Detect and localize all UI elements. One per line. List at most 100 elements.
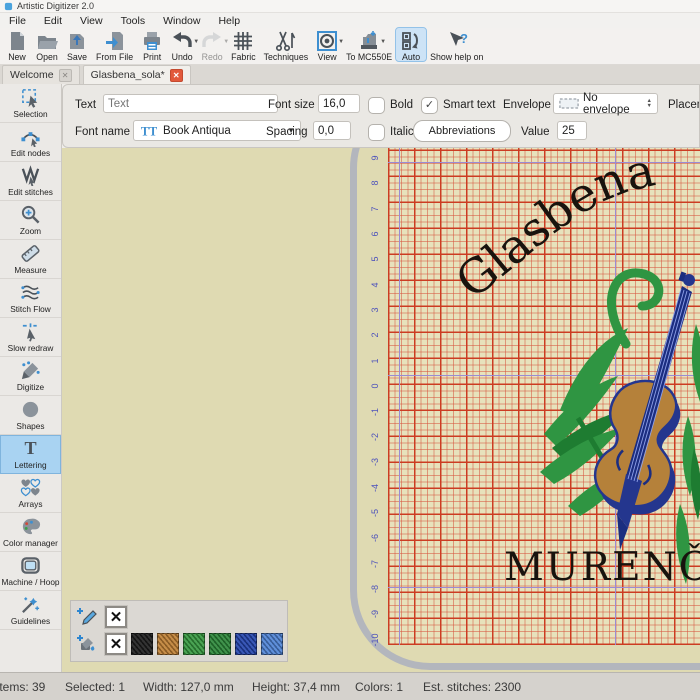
tab-glasbena-sola-[interactable]: Glasbena_sola* ✕	[83, 65, 191, 84]
menu-help[interactable]: Help	[209, 15, 249, 27]
no-color-swatch[interactable]: ✕	[105, 606, 127, 628]
toolbar-button-save[interactable]: Save	[62, 28, 92, 61]
arrays-icon	[20, 477, 41, 498]
sidebar-tool-color-manager[interactable]: Color manager	[0, 513, 61, 552]
add-fill-bucket-icon[interactable]	[75, 633, 97, 655]
toolbar-button-open[interactable]: Open	[32, 28, 62, 61]
italic-checkbox[interactable]	[368, 124, 385, 141]
sidebar-tool-label: Lettering	[14, 460, 46, 470]
toolbar-button-to-mc550e[interactable]: ▼To MC550E	[342, 28, 396, 61]
sidebar-tool-lettering[interactable]: TLettering	[0, 435, 61, 474]
menu-tools[interactable]: Tools	[112, 15, 155, 27]
menu-view[interactable]: View	[71, 15, 112, 27]
import-file-icon	[104, 30, 126, 52]
sidebar-tool-stitch-flow[interactable]: Stitch Flow	[0, 279, 61, 318]
ruler-number: 9	[370, 148, 380, 168]
tool-sidebar: Selection Edit nodes Edit stitches ZoomMeas…	[0, 84, 62, 672]
toolbar-button-from-file[interactable]: From File	[92, 28, 137, 61]
toolbar-button-label: Print	[143, 53, 161, 62]
color-swatch[interactable]	[235, 633, 257, 655]
menu-edit[interactable]: Edit	[35, 15, 71, 27]
ruler-number: -5	[370, 503, 380, 523]
sidebar-tool-zoom[interactable]: Zoom	[0, 201, 61, 240]
dropdown-arrow-icon[interactable]: ▼	[223, 39, 229, 45]
digitize-icon	[20, 360, 41, 381]
dropdown-arrow-icon[interactable]: ▼	[338, 39, 344, 45]
close-icon[interactable]: ✕	[59, 69, 72, 82]
sidebar-tool-edit-nodes[interactable]: Edit nodes	[0, 123, 61, 162]
sidebar-tool-label: Slow redraw	[8, 343, 54, 353]
spacing-input[interactable]	[313, 121, 351, 140]
sidebar-tool-label: Edit stitches	[8, 187, 53, 197]
sidebar-tool-slow-redraw[interactable]: Slow redraw	[0, 318, 61, 357]
sidebar-tool-guidelines[interactable]: Guidelines	[0, 591, 61, 630]
techniques-tools-icon	[275, 30, 297, 52]
sidebar-tool-digitize[interactable]: Digitize	[0, 357, 61, 396]
sidebar-tool-shapes[interactable]: Shapes	[0, 396, 61, 435]
sidebar-tool-machine-hoop[interactable]: Machine / Hoop	[0, 552, 61, 591]
toolbar-button-print[interactable]: Print	[137, 28, 167, 61]
font-name-value: Book Antiqua	[163, 125, 231, 137]
tab-label: Glasbena_sola*	[91, 69, 165, 81]
color-swatch[interactable]	[183, 633, 205, 655]
toolbar-button-label: Redo	[202, 53, 223, 62]
smart-text-label: Smart text	[443, 99, 495, 111]
font-size-input[interactable]	[318, 94, 360, 113]
measure-icon	[20, 243, 41, 264]
ruler-number: 3	[370, 300, 380, 320]
embroidery-design[interactable]: Glasbena MURENČ	[388, 148, 700, 645]
status-item: Width: 127,0 mm	[143, 680, 234, 694]
status-item: Selected: 1	[65, 680, 125, 694]
sidebar-tool-measure[interactable]: Measure	[0, 240, 61, 279]
zoom-icon	[20, 204, 41, 225]
sidebar-tool-label: Guidelines	[11, 616, 50, 626]
sidebar-tool-label: Color manager	[3, 538, 58, 548]
toolbar-button-label: Save	[67, 53, 87, 62]
sidebar-tool-label: Edit nodes	[11, 148, 50, 158]
sidebar-tool-arrays[interactable]: Arrays	[0, 474, 61, 513]
sidebar-tool-edit-stitches[interactable]: Edit stitches	[0, 162, 61, 201]
color-swatch[interactable]	[131, 633, 153, 655]
toolbar-button-techniques[interactable]: Techniques	[260, 28, 313, 61]
design-bottom-text: MURENČ	[504, 543, 700, 590]
value-input[interactable]	[557, 121, 587, 140]
toolbar-button-undo[interactable]: ▼Undo	[167, 28, 197, 61]
envelope-dropdown[interactable]: No envelope ▲▼	[553, 93, 658, 114]
design-canvas[interactable]: 9876543210-1-2-3-4-5-6-7-8-9-10	[62, 148, 700, 672]
svg-text:TT: TT	[141, 124, 157, 138]
ruler-number: -7	[370, 554, 380, 574]
sidebar-tool-selection[interactable]: Selection	[0, 84, 61, 123]
ruler-number: -1	[370, 402, 380, 422]
color-swatch[interactable]	[261, 633, 283, 655]
envelope-none-icon	[559, 97, 579, 110]
color-swatch[interactable]	[157, 633, 179, 655]
text-input[interactable]	[103, 94, 278, 113]
toolbar-button-redo[interactable]: ▼ Redo	[197, 28, 227, 61]
selection-icon	[20, 87, 41, 108]
color-swatch[interactable]	[209, 633, 231, 655]
toolbar-button-view[interactable]: ▼View	[312, 28, 342, 61]
menu-window[interactable]: Window	[154, 15, 209, 27]
dropdown-arrow-icon[interactable]: ▼	[380, 39, 386, 45]
printer-icon	[141, 30, 163, 52]
toolbar-button-fabric[interactable]: Fabric	[227, 28, 259, 61]
tab-label: Welcome	[10, 69, 54, 81]
toolbar-button-auto[interactable]: Auto	[396, 28, 426, 61]
title-bar: Artistic Digitizer 2.0	[0, 0, 700, 13]
sidebar-tool-label: Machine / Hoop	[1, 577, 59, 587]
smart-text-checkbox[interactable]: ✓	[421, 97, 438, 114]
lettering-properties-panel: Text Font size Bold ✓ Smart text Envelop…	[62, 84, 700, 148]
toolbar-button-new[interactable]: New	[2, 28, 32, 61]
ruler-number: -4	[370, 478, 380, 498]
bold-checkbox[interactable]	[368, 97, 385, 114]
close-icon[interactable]: ✕	[170, 69, 183, 82]
document-tab-bar: Welcome ✕ Glasbena_sola* ✕	[0, 65, 700, 84]
no-color-swatch[interactable]: ✕	[105, 633, 127, 655]
ruler-number: -6	[370, 528, 380, 548]
add-outline-pen-icon[interactable]	[75, 606, 97, 628]
abbreviations-button[interactable]: Abbreviations	[413, 120, 511, 142]
toolbar-button-show-help-on[interactable]: ?Show help on	[426, 28, 487, 61]
tab-welcome[interactable]: Welcome ✕	[2, 65, 80, 84]
toolbar-button-label: Fabric	[231, 53, 255, 62]
menu-file[interactable]: File	[0, 15, 35, 27]
